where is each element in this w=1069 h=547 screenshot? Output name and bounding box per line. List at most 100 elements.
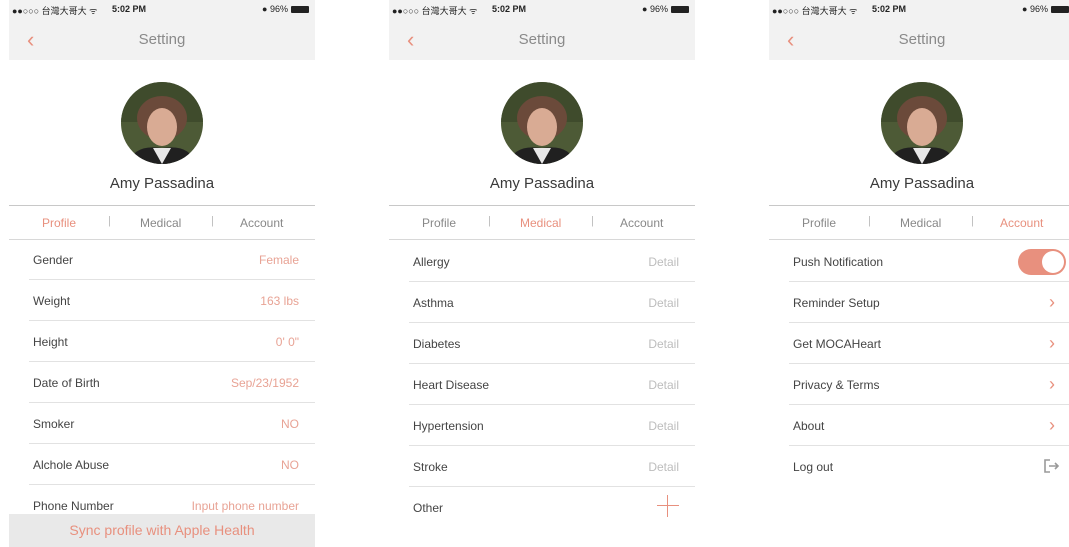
phone-number-input[interactable]: Input phone number [192, 499, 299, 513]
avatar[interactable] [121, 82, 203, 164]
log-out-row[interactable]: Log out [789, 446, 1069, 486]
carrier-label: ●●○○○ 台灣大哥大 ᯤ [392, 6, 478, 16]
other-row[interactable]: Other [409, 487, 695, 527]
battery-label: ● 96% [262, 4, 288, 14]
user-name: Amy Passadina [869, 175, 975, 192]
row-label: Hypertension [413, 419, 484, 433]
sync-apple-health-button[interactable]: Sync profile with Apple Health [9, 514, 315, 547]
detail-link[interactable]: Detail [648, 337, 679, 351]
diabetes-row[interactable]: Diabetes Detail [409, 323, 695, 364]
tab-medical[interactable]: Medical [520, 216, 561, 230]
battery-indicator: ● 96% [1022, 4, 1069, 14]
row-label: Weight [33, 294, 71, 308]
gender-row[interactable]: Gender Female [29, 239, 315, 280]
logout-icon[interactable] [1043, 459, 1061, 473]
tab-profile[interactable]: Profile [42, 216, 76, 230]
status-bar: ●●○○○ 台灣大哥大 ᯤ 5:02 PM ● 96% [9, 0, 315, 20]
row-label: Push Notification [793, 255, 884, 269]
tab-medical[interactable]: Medical [140, 216, 181, 230]
carrier-label: ●●○○○ 台灣大哥大 ᯤ [772, 6, 858, 16]
row-label: Other [413, 501, 444, 515]
avatar[interactable] [881, 82, 963, 164]
navigation-bar: ●●○○○ 台灣大哥大 ᯤ 5:02 PM ● 96% ‹ Setting [769, 0, 1069, 60]
page-title: Setting [898, 31, 946, 48]
row-value: Sep/23/1952 [230, 376, 299, 390]
allergy-row[interactable]: Allergy Detail [409, 241, 695, 282]
settings-tab-bar: Profile | Medical | Account [389, 205, 695, 240]
avatar[interactable] [501, 82, 583, 164]
row-label: Date of Birth [33, 376, 100, 390]
avatar-photo-icon [881, 82, 963, 164]
settings-tab-bar: Profile | Medical | Account [9, 205, 315, 240]
heart-disease-row[interactable]: Heart Disease Detail [409, 364, 695, 405]
detail-link[interactable]: Detail [648, 419, 679, 433]
row-value: 0' 0" [275, 335, 299, 349]
clock-label: 5:02 PM [112, 4, 147, 14]
row-label: Privacy & Terms [793, 378, 880, 392]
carrier-label: ●●○○○ 台灣大哥大 ᯤ [12, 6, 98, 16]
detail-link[interactable]: Detail [648, 460, 679, 474]
row-label: Reminder Setup [793, 296, 880, 310]
tab-separator: | [488, 215, 491, 227]
reminder-setup-row[interactable]: Reminder Setup › [789, 282, 1069, 323]
row-label: Phone Number [33, 499, 114, 513]
account-screen: ●●○○○ 台灣大哥大 ᯤ 5:02 PM ● 96% ‹ Setting Am… [769, 0, 1069, 547]
navigation-bar: ●●○○○ 台灣大哥大 ᯤ 5:02 PM ● 96% ‹ Setting [389, 0, 695, 60]
battery-label: ● 96% [642, 4, 668, 14]
battery-label: ● 96% [1022, 4, 1048, 14]
row-value: NO [281, 417, 299, 431]
push-notification-toggle[interactable] [1018, 249, 1066, 275]
user-name: Amy Passadina [109, 175, 215, 192]
tab-account[interactable]: Account [1000, 216, 1043, 230]
row-value: 163 lbs [260, 294, 299, 308]
row-label: Heart Disease [413, 378, 490, 392]
weight-row[interactable]: Weight 163 lbs [29, 280, 315, 321]
avatar-photo-icon [121, 82, 203, 164]
row-label: Height [33, 335, 68, 349]
alcohol-abuse-row[interactable]: Alchole Abuse NO [29, 444, 315, 485]
battery-icon [671, 6, 689, 14]
tab-medical[interactable]: Medical [900, 216, 941, 230]
detail-link[interactable]: Detail [648, 378, 679, 392]
chevron-right-icon: › [1049, 292, 1055, 312]
tab-separator: | [971, 215, 974, 227]
tab-separator: | [108, 215, 111, 227]
height-row[interactable]: Height 0' 0" [29, 321, 315, 362]
status-bar: ●●○○○ 台灣大哥大 ᯤ 5:02 PM ● 96% [389, 0, 695, 20]
row-value: Female [258, 253, 299, 267]
status-bar: ●●○○○ 台灣大哥大 ᯤ 5:02 PM ● 96% [769, 0, 1069, 20]
row-label: Allergy [413, 255, 450, 269]
profile-screen: ●●○○○ 台灣大哥大 ᯤ 5:02 PM ● 96% ‹ Setting Am… [9, 0, 315, 547]
navigation-bar: ●●○○○ 台灣大哥大 ᯤ 5:02 PM ● 96% ‹ Setting [9, 0, 315, 60]
tab-profile[interactable]: Profile [422, 216, 456, 230]
row-label: Smoker [33, 417, 75, 431]
chevron-right-icon: › [1049, 333, 1055, 353]
privacy-terms-row[interactable]: Privacy & Terms › [789, 364, 1069, 405]
tab-separator: | [591, 215, 594, 227]
settings-tab-bar: Profile | Medical | Account [769, 205, 1069, 240]
get-mocaheart-row[interactable]: Get MOCAHeart › [789, 323, 1069, 364]
row-label: Gender [33, 253, 74, 267]
chevron-right-icon: › [1049, 415, 1055, 435]
tab-profile[interactable]: Profile [802, 216, 836, 230]
plus-icon[interactable] [657, 495, 679, 517]
page-title: Setting [518, 31, 566, 48]
row-label: Get MOCAHeart [793, 337, 882, 351]
row-label: Asthma [413, 296, 454, 310]
chevron-right-icon: › [1049, 374, 1055, 394]
smoker-row[interactable]: Smoker NO [29, 403, 315, 444]
tab-account[interactable]: Account [240, 216, 283, 230]
row-label: Log out [793, 460, 834, 474]
tab-account[interactable]: Account [620, 216, 663, 230]
hypertension-row[interactable]: Hypertension Detail [409, 405, 695, 446]
push-notification-row: Push Notification [789, 241, 1069, 282]
row-value: NO [281, 458, 299, 472]
stroke-row[interactable]: Stroke Detail [409, 446, 695, 487]
about-row[interactable]: About › [789, 405, 1069, 446]
asthma-row[interactable]: Asthma Detail [409, 282, 695, 323]
medical-screen: ●●○○○ 台灣大哥大 ᯤ 5:02 PM ● 96% ‹ Setting Am… [389, 0, 695, 547]
user-name: Amy Passadina [489, 175, 595, 192]
detail-link[interactable]: Detail [648, 296, 679, 310]
date-of-birth-row[interactable]: Date of Birth Sep/23/1952 [29, 362, 315, 403]
detail-link[interactable]: Detail [648, 255, 679, 269]
